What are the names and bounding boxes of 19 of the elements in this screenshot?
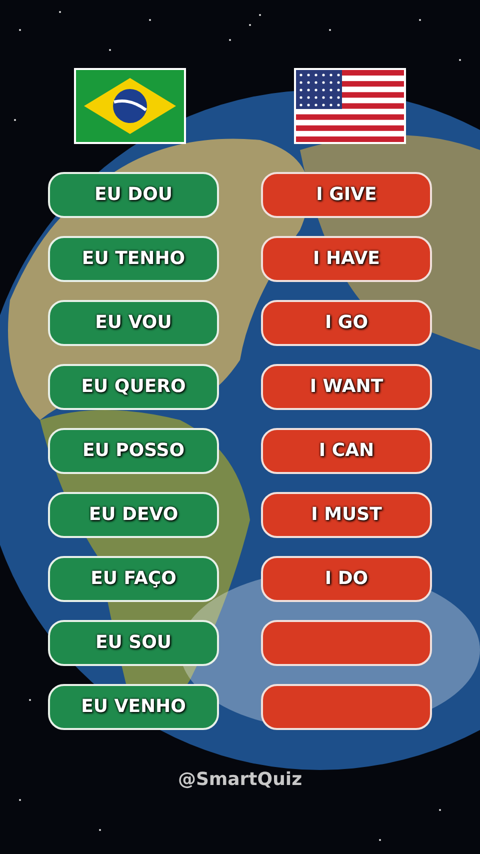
english-phrase: I HAVE: [261, 236, 432, 282]
brazil-flag-icon: [74, 68, 186, 144]
english-phrase: I DO: [261, 556, 432, 602]
english-phrase: I GO: [261, 300, 432, 346]
creator-handle: @SmartQuiz: [178, 768, 302, 792]
portuguese-phrase: EU FAÇO: [48, 556, 219, 602]
portuguese-phrase: EU POSSO: [48, 428, 219, 474]
portuguese-phrase: EU DOU: [48, 172, 219, 218]
english-phrase: I MUST: [261, 492, 432, 538]
english-phrase: I WANT: [261, 364, 432, 410]
english-phrase: I GIVE: [261, 172, 432, 218]
portuguese-phrase: EU VOU: [48, 300, 219, 346]
portuguese-phrase: EU DEVO: [48, 492, 219, 538]
usa-flag-icon: [294, 68, 406, 144]
portuguese-phrase: EU VENHO: [48, 684, 219, 730]
english-phrase: I CAN: [261, 428, 432, 474]
portuguese-phrase: EU TENHO: [48, 236, 219, 282]
portuguese-phrase: EU QUERO: [48, 364, 219, 410]
portuguese-phrase: EU SOU: [48, 620, 219, 666]
